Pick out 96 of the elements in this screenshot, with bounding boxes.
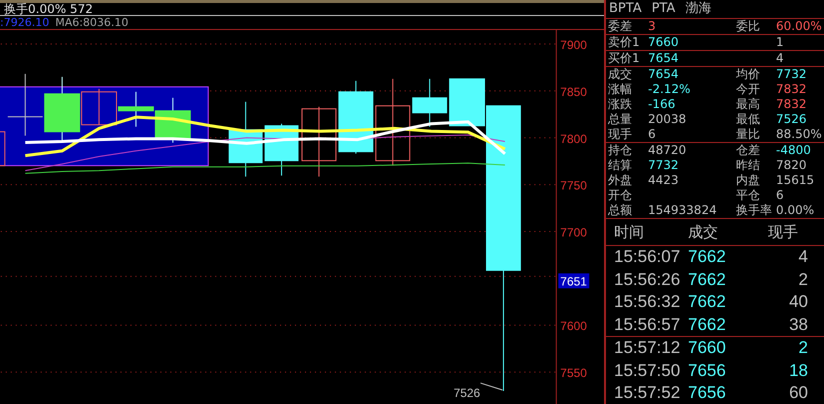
turnover-label: 换手0.00% 572 <box>4 2 93 16</box>
axis-tick-label: 7850 <box>560 84 587 99</box>
candlestick <box>302 106 336 178</box>
quote-value: 88.50% <box>776 127 822 141</box>
quote-value: 7732 <box>776 67 807 81</box>
column-header: 时间 <box>614 222 645 243</box>
quote-label: 委差 <box>608 19 632 33</box>
candlestick <box>412 78 448 128</box>
trade-volume: 2 <box>798 270 808 288</box>
quote-value: 6 <box>648 127 656 141</box>
quote-value: 7660 <box>648 35 679 49</box>
trade-price: 7662 <box>688 292 726 311</box>
quote-label: 现手 <box>608 127 632 141</box>
axis-tick-label: 7700 <box>560 226 587 240</box>
trade-time: 15:56:26 <box>614 270 680 288</box>
quote-value: 60.00% <box>776 19 822 33</box>
quote-label: 量比 <box>736 127 760 141</box>
instrument-title: 渤海 <box>685 0 712 18</box>
trade-price: 7660 <box>688 338 726 357</box>
quote-value: 15615 <box>776 173 814 187</box>
indicator-value: MA6:8036.10 <box>55 16 128 29</box>
quote-label: 最低 <box>736 112 760 126</box>
indicator-value: :7926.10 <box>0 16 50 29</box>
quote-label: 卖价1 <box>608 35 640 49</box>
trade-volume: 40 <box>789 292 808 311</box>
instrument-title: BPTA <box>609 0 642 18</box>
quote-value: 7654 <box>648 67 679 81</box>
quote-label: 委比 <box>736 19 760 33</box>
axis-tick-label: 7800 <box>560 132 587 146</box>
candlestick <box>7 73 44 136</box>
leader-line <box>480 382 503 391</box>
quote-value: 7820 <box>776 158 807 172</box>
trade-time: 15:57:50 <box>614 360 680 380</box>
quote-label: 总额 <box>608 203 632 217</box>
quote-value: 4 <box>776 51 784 65</box>
axis-tick-label: 7550 <box>560 366 587 380</box>
quote-value: 6 <box>776 188 784 202</box>
quote-label: 仓差 <box>736 143 760 157</box>
quote-label: 持仓 <box>608 143 632 157</box>
axis-tick-label: 7750 <box>560 178 587 193</box>
candlestick <box>264 123 298 176</box>
quote-label: 今开 <box>736 82 760 96</box>
quote-label: 买价1 <box>608 51 640 65</box>
trade-time: 15:57:52 <box>614 383 680 402</box>
trade-time: 15:56:32 <box>614 292 680 311</box>
quote-label: 总量 <box>608 112 632 126</box>
quote-value: 7526 <box>776 112 807 126</box>
quote-value: 4423 <box>648 173 679 187</box>
quote-value: 7654 <box>648 51 679 65</box>
trade-time: 15:56:57 <box>614 314 680 334</box>
quote-label: 换手率 <box>736 203 772 217</box>
quote-label: 外盘 <box>608 173 632 187</box>
trade-price: 7662 <box>688 247 726 266</box>
quote-label: 昨结 <box>736 158 760 172</box>
trade-volume: 60 <box>789 383 808 402</box>
quote-value: -166 <box>648 97 676 111</box>
quote-label: 内盘 <box>736 173 760 187</box>
quote-value: -4800 <box>776 143 811 157</box>
instrument-title: PTA <box>652 0 676 18</box>
trade-price: 7662 <box>688 270 726 288</box>
quote-label: 结算 <box>608 158 632 172</box>
quote-value: 20038 <box>648 112 686 126</box>
quote-value: 7832 <box>776 82 807 96</box>
quote-label: 成交 <box>608 67 632 81</box>
quote-value: 7832 <box>776 97 807 111</box>
quote-label: 均价 <box>736 67 760 81</box>
trade-time: 15:57:12 <box>614 338 680 357</box>
trade-price: 7656 <box>688 383 726 402</box>
quote-label: 平仓 <box>736 188 760 202</box>
quote-value: 154933824 <box>648 203 717 217</box>
quote-label: 涨幅 <box>608 82 632 96</box>
column-header: 现手 <box>768 222 799 243</box>
quote-value: 48720 <box>648 143 686 157</box>
quote-value: 1 <box>776 35 784 49</box>
trade-volume: 18 <box>789 360 808 380</box>
candlestick <box>154 97 191 144</box>
quote-label: 涨跌 <box>608 97 632 111</box>
column-header: 成交 <box>688 222 719 243</box>
trade-volume: 4 <box>798 247 808 266</box>
trade-price: 7656 <box>688 360 726 380</box>
candlestick <box>0 131 6 166</box>
quote-value: 3 <box>648 19 656 33</box>
quote-label: 开仓 <box>608 188 632 202</box>
last-price-marker: 7651 <box>558 273 590 288</box>
trade-volume: 2 <box>798 338 808 357</box>
axis-tick-label: 7900 <box>560 38 587 52</box>
trade-volume: 38 <box>789 314 808 334</box>
quote-value: 0.00% <box>776 203 814 217</box>
quote-label: 最高 <box>736 97 760 111</box>
trade-price: 7662 <box>688 314 726 334</box>
quote-value: 7732 <box>648 158 679 172</box>
axis-tick-label: 7600 <box>560 319 587 334</box>
low-price-label: 7526 <box>454 386 480 400</box>
quote-value: -2.12% <box>648 82 690 96</box>
candlestick <box>118 91 154 128</box>
trade-time: 15:56:07 <box>614 247 680 266</box>
